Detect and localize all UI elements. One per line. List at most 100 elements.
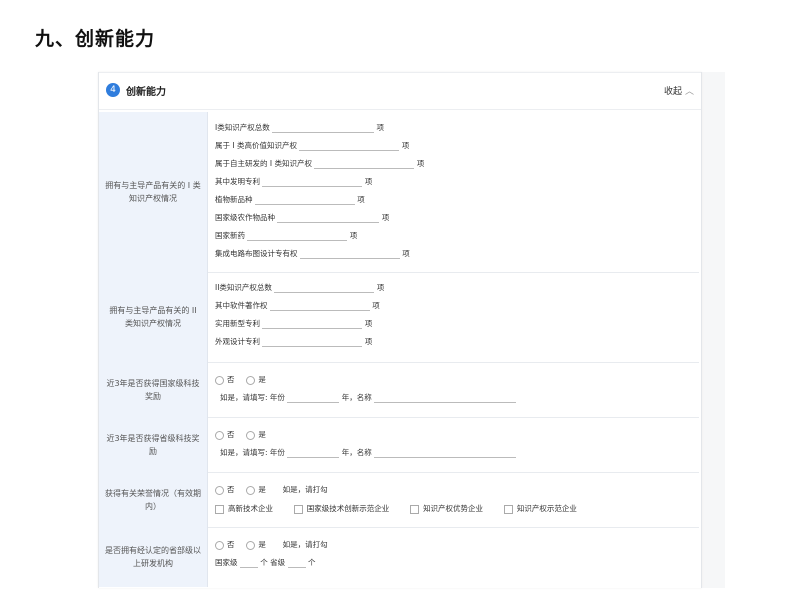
field-unit: 项 xyxy=(401,141,410,150)
innovation-card: 4 创新能力 收起 ︿ 拥有与主导产品有关的 I 类知识产权情况 I类知识产权总数… xyxy=(98,72,702,588)
row-ip-type2: 拥有与主导产品有关的 II 类知识产权情况 II类知识产权总数 项 其中软件著作… xyxy=(99,272,699,363)
radio-yes[interactable] xyxy=(246,485,256,495)
scroll-gutter xyxy=(700,72,725,588)
collapse-label: 收起 xyxy=(663,87,682,97)
row-label: 获得有关荣誉情况（有效期内） xyxy=(105,488,201,511)
field-label: 属于自主研发的 I 类知识产权 xyxy=(215,159,312,168)
provincial-award-details: 如是，请填写: 年份 年，名称 xyxy=(220,447,517,458)
card-header: 4 创新能力 收起 ︿ xyxy=(99,72,701,110)
field-unit: 项 xyxy=(372,301,380,310)
radio-yes-label: 是 xyxy=(258,540,266,549)
radio-no[interactable] xyxy=(215,540,224,550)
checkbox-high-tech-label: 高新技术企业 xyxy=(228,504,273,513)
radio-yes-label: 是 xyxy=(258,485,266,494)
detail-prompt: 如是，请填写: 年份 xyxy=(220,393,285,402)
radio-no[interactable] xyxy=(215,485,224,495)
ip2-design-input[interactable] xyxy=(262,337,363,347)
ip2-utility-input[interactable] xyxy=(262,319,363,329)
field-label: 其中发明专利 xyxy=(215,177,260,186)
ip2-total-input[interactable] xyxy=(274,283,375,293)
radio-no-label: 否 xyxy=(227,485,235,494)
provincial-award-radios: 否 是 xyxy=(215,429,266,440)
row-ip-type1: 拥有与主导产品有关的 I 类知识产权情况 I类知识产权总数 项 属于 I 类高价… xyxy=(99,112,699,273)
radio-no-label: 否 xyxy=(227,375,235,384)
radio-yes[interactable] xyxy=(246,540,256,550)
field-ip1-ic-layout: 集成电路布图设计专有权 项 xyxy=(215,248,410,259)
ip1-invention-input[interactable] xyxy=(262,177,363,187)
field-label: 外观设计专利 xyxy=(215,337,260,346)
checkbox-national-innovation[interactable] xyxy=(293,504,303,514)
rd-center-radios: 否 是 如是，请打勾 xyxy=(215,539,328,550)
radio-yes-label: 是 xyxy=(258,430,266,439)
honors-checkboxes: 高新技术企业 国家级技术创新示范企业 知识产权优势企业 知识产权示范企业 xyxy=(215,503,577,514)
field-ip1-invention: 其中发明专利 项 xyxy=(215,176,372,187)
section-number-badge: 4 xyxy=(106,83,120,97)
field-label: I类知识产权总数 xyxy=(215,123,270,132)
chevron-up-icon: ︿ xyxy=(684,87,694,97)
radio-no[interactable] xyxy=(215,430,224,440)
detail-prompt: 如是，请填写: 年份 xyxy=(220,448,285,457)
collapse-button[interactable]: 收起 ︿ xyxy=(664,84,694,97)
field-label: 属于 I 类高价值知识产权 xyxy=(215,141,297,150)
checkbox-high-tech[interactable] xyxy=(215,504,224,514)
checkbox-ip-demonstration[interactable] xyxy=(503,504,513,514)
ip1-plant-input[interactable] xyxy=(254,195,355,205)
ip1-crop-input[interactable] xyxy=(277,213,380,223)
field-unit: 项 xyxy=(364,177,373,186)
field-label: 国家新药 xyxy=(215,231,245,240)
section-title: 创新能力 xyxy=(126,87,166,98)
provincial-level-count-input[interactable] xyxy=(287,558,306,568)
radio-no[interactable] xyxy=(215,375,224,385)
checkbox-ip-advantage-label: 知识产权优势企业 xyxy=(423,504,484,513)
provincial-award-name-input[interactable] xyxy=(374,448,517,458)
field-ip2-design: 外观设计专利 项 xyxy=(215,336,372,347)
detail-year-unit: 年，名称 xyxy=(341,393,372,402)
row-rd-center: 是否拥有经认定的省部级以上研发机构 否 是 如是，请打勾 国家级 个 省级 个 xyxy=(99,527,699,587)
ip1-ic-layout-input[interactable] xyxy=(299,249,400,259)
national-award-details: 如是，请填写: 年份 年，名称 xyxy=(220,392,517,403)
field-ip2-total: II类知识产权总数 项 xyxy=(215,282,384,293)
radio-yes-label: 是 xyxy=(258,375,266,384)
page-heading: 九、创新能力 xyxy=(35,28,156,50)
field-unit: 项 xyxy=(381,213,390,222)
field-label: II类知识产权总数 xyxy=(215,283,272,292)
checkbox-ip-advantage[interactable] xyxy=(410,504,420,514)
row-label-cell: 获得有关荣誉情况（有效期内） xyxy=(99,472,208,527)
provincial-level-label: 省级 xyxy=(270,558,286,567)
row-label-cell: 是否拥有经认定的省部级以上研发机构 xyxy=(99,527,208,587)
field-ip1-crop: 国家级农作物品种 项 xyxy=(215,212,389,223)
field-unit: 项 xyxy=(349,231,358,240)
count-unit: 个 xyxy=(260,558,268,567)
national-level-count-input[interactable] xyxy=(239,558,258,568)
ip1-drug-input[interactable] xyxy=(247,231,348,241)
row-national-award: 近3年是否获得国家级科技奖励 否 是 如是，请填写: 年份 年，名称 xyxy=(99,362,699,418)
national-award-name-input[interactable] xyxy=(374,393,517,403)
ip1-high-value-input[interactable] xyxy=(299,141,400,151)
row-label-cell: 近3年是否获得省级科技奖励 xyxy=(99,417,208,472)
count-unit: 个 xyxy=(307,558,316,567)
field-label: 植物新品种 xyxy=(215,195,253,204)
ip2-software-input[interactable] xyxy=(269,301,370,311)
field-ip1-plant: 植物新品种 项 xyxy=(215,194,365,205)
row-label: 拥有与主导产品有关的 I 类知识产权情况 xyxy=(105,181,201,203)
radio-yes[interactable] xyxy=(246,375,256,385)
provincial-award-year-input[interactable] xyxy=(287,448,340,458)
field-ip1-drug: 国家新药 项 xyxy=(215,230,357,241)
row-label-cell: 拥有与主导产品有关的 II 类知识产权情况 xyxy=(99,272,208,362)
national-award-year-input[interactable] xyxy=(287,393,340,403)
checkbox-national-innovation-label: 国家级技术创新示范企业 xyxy=(306,504,390,513)
field-unit: 项 xyxy=(364,319,373,328)
national-award-radios: 否 是 xyxy=(215,374,266,385)
radio-yes[interactable] xyxy=(246,430,256,440)
field-unit: 项 xyxy=(376,123,385,132)
field-ip2-software: 其中软件著作权 项 xyxy=(215,300,380,311)
field-label: 其中软件著作权 xyxy=(215,301,268,310)
field-ip1-high-value: 属于 I 类高价值知识产权 项 xyxy=(215,140,409,151)
row-label: 是否拥有经认定的省部级以上研发机构 xyxy=(105,546,201,568)
field-unit: 项 xyxy=(416,159,425,168)
ip1-self-developed-input[interactable] xyxy=(314,159,415,169)
field-ip1-self-developed: 属于自主研发的 I 类知识产权 项 xyxy=(215,158,424,169)
field-unit: 项 xyxy=(402,249,410,258)
field-ip2-utility: 实用新型专利 项 xyxy=(215,318,372,329)
ip1-total-input[interactable] xyxy=(272,123,375,133)
